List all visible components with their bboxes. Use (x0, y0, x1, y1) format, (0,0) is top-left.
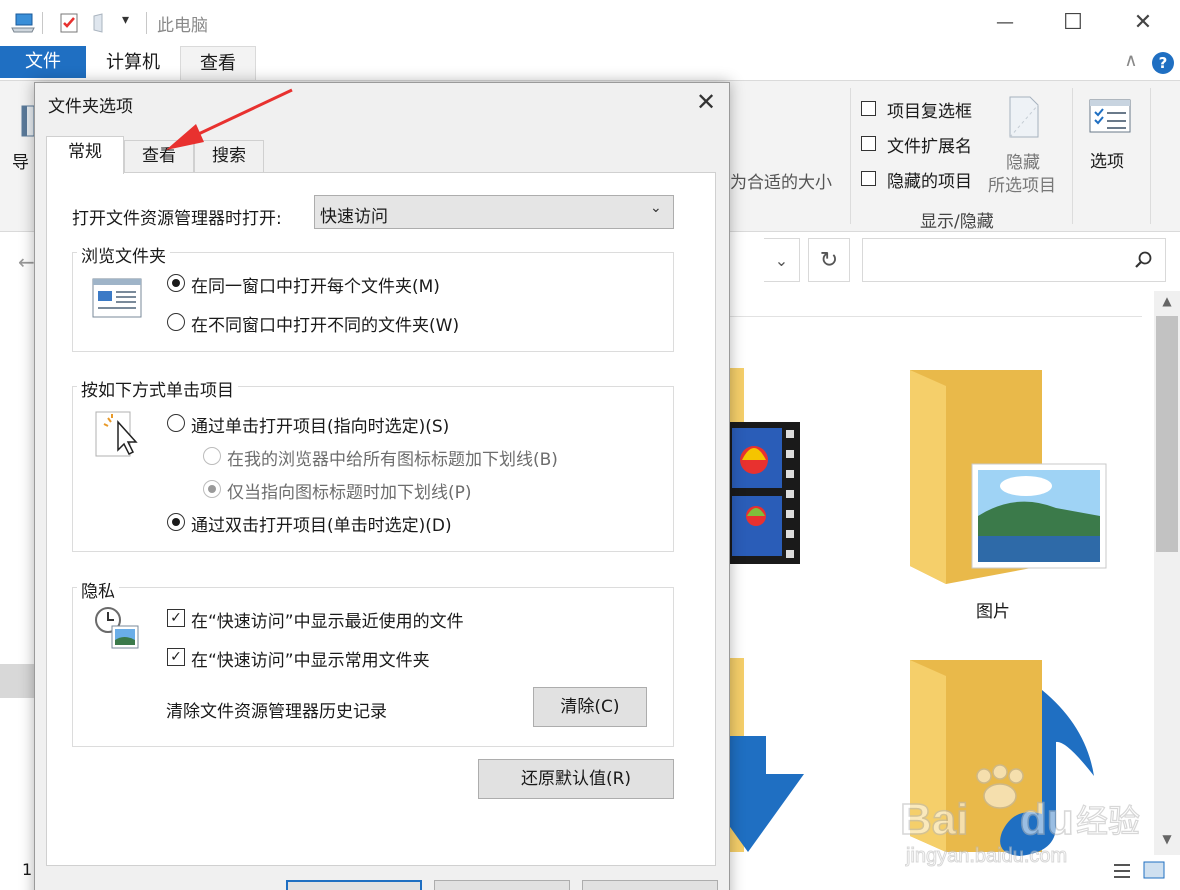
svg-text:经验: 经验 (1076, 802, 1140, 840)
nav-pane-selection[interactable] (0, 664, 36, 698)
show-recent-files-checkbox[interactable]: ✓ (167, 609, 185, 627)
qa-sep (42, 12, 43, 34)
computer-icon[interactable] (10, 12, 36, 39)
fit-columns-label[interactable]: 为合适的大小 (730, 168, 832, 193)
same-window-label[interactable]: 在同一窗口中打开每个文件夹(M) (191, 272, 440, 297)
show-frequent-folders-label[interactable]: 在“快速访问”中显示常用文件夹 (191, 646, 430, 671)
properties-icon[interactable] (58, 12, 80, 39)
minimize-button[interactable]: — (990, 8, 1020, 38)
dialog-close-button[interactable]: ✕ (692, 88, 720, 116)
show-frequent-folders-checkbox[interactable]: ✓ (167, 648, 185, 666)
hide-selected-line2[interactable]: 所选项目 (988, 171, 1056, 196)
browse-folders-group (72, 252, 674, 352)
ribbon-group-separator (1150, 88, 1151, 224)
address-dropdown[interactable]: ⌄ (764, 238, 800, 282)
ribbon-tab-strip (0, 46, 1180, 80)
click-items-title: 按如下方式单击项目 (77, 376, 238, 401)
scroll-thumb[interactable] (1156, 316, 1178, 552)
chevron-up-icon[interactable]: ∧ (1118, 50, 1144, 76)
dialog-title: 文件夹选项 (48, 97, 133, 117)
scroll-down-icon[interactable]: ▼ (1156, 832, 1178, 850)
restore-defaults-button[interactable]: 还原默认值(R) (478, 759, 674, 799)
privacy-title: 隐私 (77, 577, 119, 602)
pictures-folder-label[interactable]: 图片 (976, 597, 1010, 622)
new-folder-icon[interactable] (92, 12, 108, 39)
hide-selected-icon[interactable] (1006, 95, 1042, 144)
click-cursor-icon (94, 410, 140, 465)
new-window-label[interactable]: 在不同窗口中打开不同的文件夹(W) (191, 311, 459, 336)
section-divider (730, 316, 1142, 317)
clear-history-button[interactable]: 清除(C) (533, 687, 647, 727)
same-window-radio[interactable] (167, 274, 185, 292)
single-click-label[interactable]: 通过单击打开项目(指向时选定)(S) (191, 412, 449, 437)
close-button[interactable]: ✕ (1128, 8, 1158, 38)
qa-customize-icon[interactable]: ▾ (122, 12, 129, 28)
item-checkboxes-label[interactable]: 项目复选框 (887, 97, 972, 122)
clear-history-label: 清除文件资源管理器历史记录 (166, 702, 387, 722)
tab-computer[interactable]: 计算机 (100, 46, 166, 80)
refresh-button[interactable]: ↻ (808, 238, 850, 282)
tab-view[interactable]: 查看 (180, 46, 256, 82)
options-icon[interactable] (1088, 98, 1132, 139)
navigation-pane-label[interactable]: 导 (12, 148, 29, 173)
ribbon-group-separator (850, 88, 851, 224)
tab-general[interactable]: 常规 (46, 136, 124, 174)
window-title: 此电脑 (157, 16, 208, 36)
underline-hover-label: 仅当指向图标标题时加下划线(P) (227, 483, 472, 503)
single-click-radio[interactable] (167, 414, 185, 432)
apply-button[interactable] (582, 880, 718, 890)
file-extensions-label[interactable]: 文件扩展名 (887, 132, 972, 157)
options-label[interactable]: 选项 (1090, 147, 1124, 172)
svg-text:Bai: Bai (900, 795, 968, 844)
ribbon-group-separator (1072, 88, 1073, 224)
svg-text:jingyan.baidu.com: jingyan.baidu.com (905, 845, 1067, 867)
underline-all-radio (203, 447, 221, 465)
new-window-radio[interactable] (167, 313, 185, 331)
browse-folders-title: 浏览文件夹 (77, 242, 170, 267)
large-icons-view-icon[interactable] (1142, 860, 1166, 885)
chevron-down-icon: ⌄ (650, 200, 662, 216)
double-click-radio[interactable] (167, 513, 185, 531)
privacy-clock-icon (94, 606, 140, 657)
back-icon[interactable]: ← (18, 250, 35, 274)
search-icon[interactable] (1134, 250, 1154, 270)
title-separator (146, 12, 147, 34)
pictures-folder-icon[interactable] (906, 366, 1110, 591)
baidu-jingyan-watermark: Bai du 经验 jingyan.baidu.com (899, 762, 1141, 877)
maximize-button[interactable]: ☐ (1058, 8, 1088, 38)
item-checkboxes-checkbox[interactable] (861, 101, 876, 116)
scroll-up-icon[interactable]: ▲ (1156, 294, 1178, 312)
open-with-value: 快速访问 (320, 207, 388, 227)
browse-window-icon (92, 278, 142, 323)
cancel-button[interactable] (434, 880, 570, 890)
show-hide-group-label: 显示/隐藏 (920, 212, 994, 232)
file-extensions-checkbox[interactable] (861, 136, 876, 151)
underline-hover-radio (203, 480, 221, 498)
annotation-arrow-icon (160, 86, 300, 161)
underline-all-label: 在我的浏览器中给所有图标标题加下划线(B) (227, 450, 558, 470)
double-click-label[interactable]: 通过双击打开项目(单击时选定)(D) (191, 511, 452, 536)
show-recent-files-label[interactable]: 在“快速访问”中显示最近使用的文件 (191, 607, 464, 632)
hidden-items-checkbox[interactable] (861, 171, 876, 186)
open-with-label: 打开文件资源管理器时打开: (72, 209, 282, 229)
hide-selected-line1[interactable]: 隐藏 (1006, 148, 1040, 173)
tab-file[interactable]: 文件 (0, 46, 86, 78)
ok-button[interactable] (286, 880, 422, 890)
search-input[interactable] (862, 238, 1166, 282)
hidden-items-label[interactable]: 隐藏的项目 (887, 167, 972, 192)
svg-text:du: du (1020, 795, 1074, 844)
help-icon[interactable]: ? (1152, 52, 1174, 74)
status-item-count: 1 (22, 860, 33, 879)
